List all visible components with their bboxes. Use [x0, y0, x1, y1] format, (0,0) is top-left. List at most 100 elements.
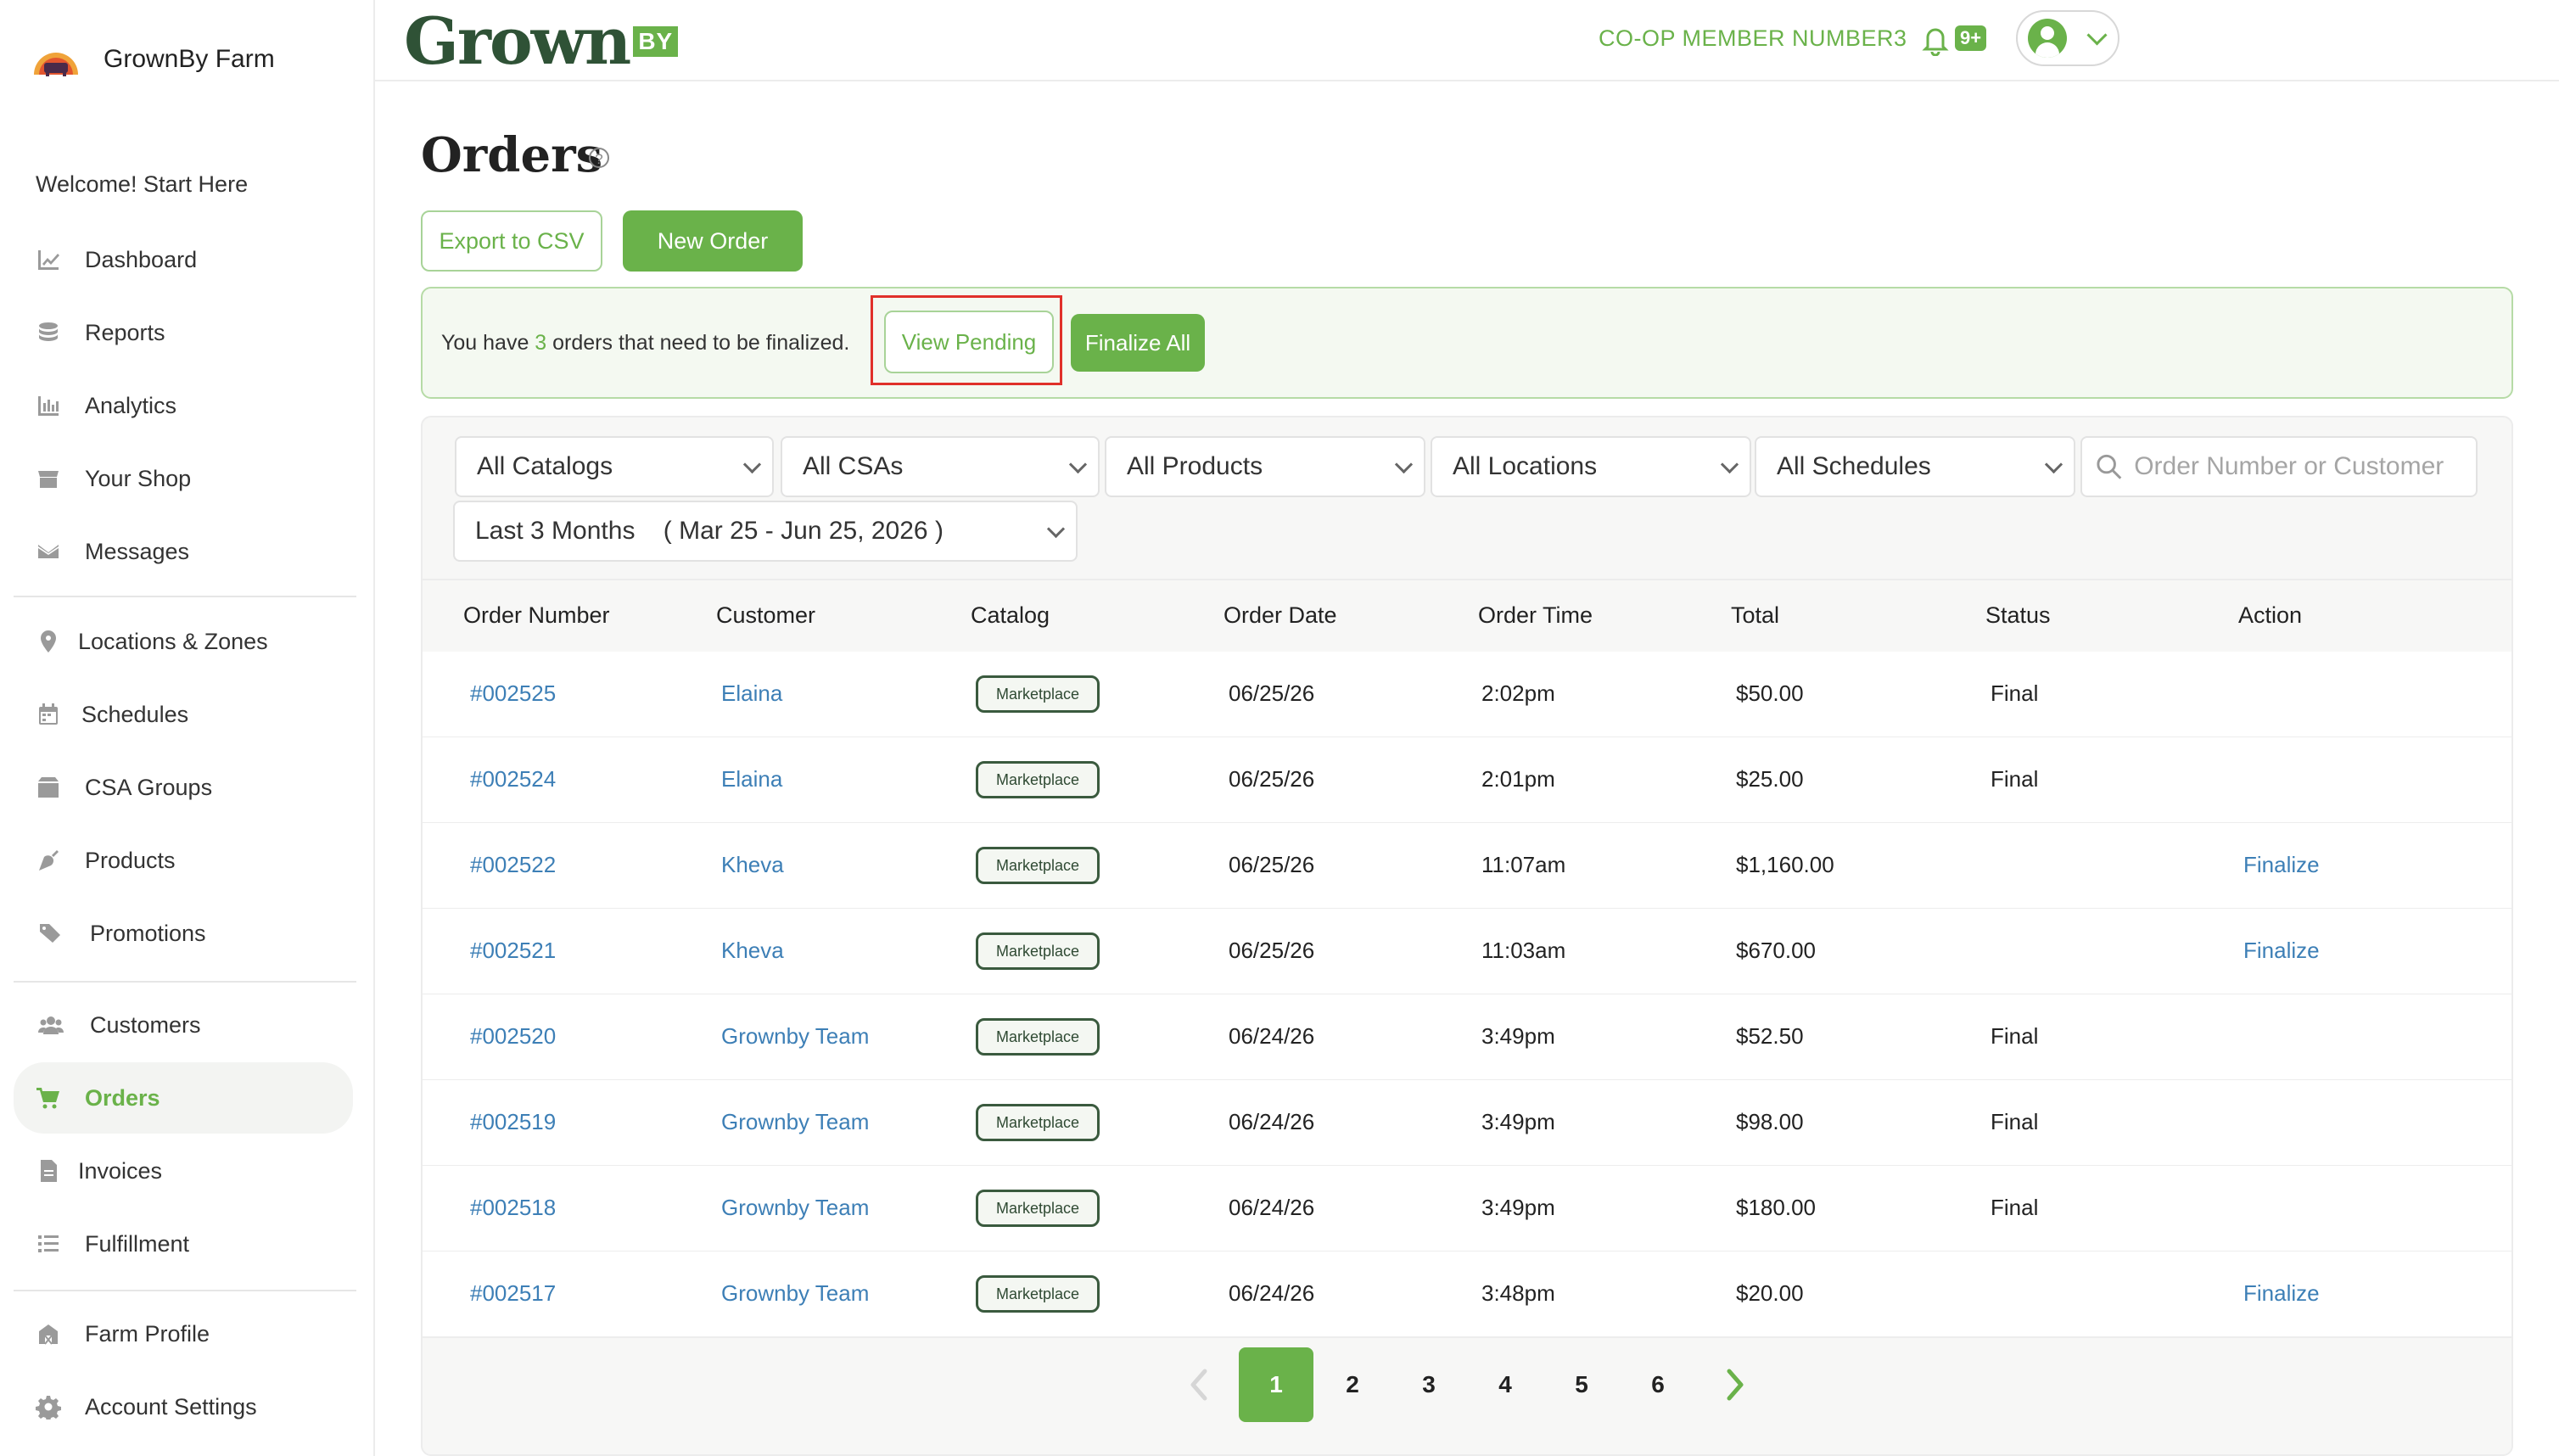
order-time: 2:02pm: [1481, 680, 1555, 706]
column-header[interactable]: Total: [1731, 602, 1779, 629]
sidebar-item-products[interactable]: Products: [14, 825, 353, 896]
customer-link[interactable]: Grownby Team: [721, 1023, 869, 1050]
sidebar-item-customers[interactable]: Customers: [14, 989, 353, 1061]
column-header[interactable]: Order Time: [1478, 602, 1593, 629]
next-page-icon[interactable]: [1722, 1366, 1748, 1403]
customer-link[interactable]: Grownby Team: [721, 1280, 869, 1307]
coins-icon: [34, 318, 63, 347]
sidebar-item-csa-groups[interactable]: CSA Groups: [14, 752, 353, 823]
column-header[interactable]: Order Number: [463, 602, 610, 629]
customer-link[interactable]: Grownby Team: [721, 1195, 869, 1221]
brand-word: Grown: [404, 3, 631, 79]
sidebar-item-analytics[interactable]: Analytics: [14, 370, 353, 441]
order-number-link[interactable]: #002524: [470, 766, 556, 792]
location-filter[interactable]: All Locations: [1431, 436, 1751, 497]
help-icon[interactable]: ?: [589, 148, 609, 168]
farm-brand[interactable]: GrownBy Farm: [31, 34, 275, 85]
order-number-link[interactable]: #002519: [470, 1109, 556, 1135]
account-menu-button[interactable]: [2016, 10, 2119, 66]
member-number-label[interactable]: CO-OP MEMBER NUMBER3: [1599, 25, 1907, 52]
page-button-3[interactable]: 3: [1391, 1347, 1466, 1422]
customer-link[interactable]: Kheva: [721, 852, 784, 878]
sidebar-divider: [14, 981, 356, 983]
chevron-down-icon: [2044, 455, 2063, 474]
sidebar-item-account-settings[interactable]: Account Settings: [14, 1371, 353, 1442]
sidebar-item-farm-profile[interactable]: Farm Profile: [14, 1298, 353, 1369]
invoice-icon: [34, 1156, 63, 1185]
table-row[interactable]: #002518 Grownby Team 06/24/26 3:49pm $180.00…: [423, 1166, 2511, 1252]
sidebar-item-locations-zones[interactable]: Locations & Zones: [14, 606, 353, 677]
list-icon: [34, 1229, 63, 1258]
finalize-all-button[interactable]: Finalize All: [1071, 314, 1205, 372]
csa-filter[interactable]: All CSAs: [781, 436, 1100, 497]
new-order-button[interactable]: New Order: [623, 210, 803, 272]
customer-link[interactable]: Grownby Team: [721, 1109, 869, 1135]
finalize-link[interactable]: Finalize: [2243, 852, 2320, 878]
table-row[interactable]: #002525 Elaina 06/25/26 2:02pm $50.00 Final Ma…: [423, 652, 2511, 738]
search-input[interactable]: [2132, 451, 2476, 482]
sidebar-item-promotions[interactable]: Promotions: [14, 898, 353, 969]
column-header[interactable]: Action: [2238, 602, 2302, 629]
highlight-box: [871, 295, 1062, 385]
table-row[interactable]: #002524 Elaina 06/25/26 2:01pm $25.00 Final Ma…: [423, 737, 2511, 824]
order-number-link[interactable]: #002518: [470, 1195, 556, 1221]
top-bar: Grown BY: [375, 0, 2559, 81]
customer-link[interactable]: Kheva: [721, 938, 784, 964]
sidebar-item-schedules[interactable]: Schedules: [14, 679, 353, 750]
sidebar-item-dashboard[interactable]: Dashboard: [14, 224, 353, 295]
order-total: $20.00: [1736, 1280, 1804, 1306]
notification-badge[interactable]: 9+: [1955, 25, 1987, 51]
pending-count: 3: [535, 331, 547, 355]
sidebar-item-label: Analytics: [85, 392, 177, 418]
sidebar-item-invoices[interactable]: Invoices: [14, 1135, 353, 1207]
product-filter[interactable]: All Products: [1105, 436, 1425, 497]
customer-link[interactable]: Elaina: [721, 680, 782, 707]
sidebar-divider: [14, 596, 356, 597]
date-range-filter[interactable]: Last 3 Months ( Mar 25 - Jun 25, 2026 ): [453, 501, 1078, 562]
previous-page-icon[interactable]: [1186, 1366, 1212, 1403]
order-total: $98.00: [1736, 1109, 1804, 1134]
table-row[interactable]: #002519 Grownby Team 06/24/26 3:49pm $98.00 F…: [423, 1080, 2511, 1167]
finalize-link[interactable]: Finalize: [2243, 1280, 2320, 1307]
order-number-link[interactable]: #002522: [470, 852, 556, 878]
order-number-link[interactable]: #002525: [470, 680, 556, 707]
column-header[interactable]: Customer: [716, 602, 815, 629]
schedule-filter[interactable]: All Schedules: [1755, 436, 2075, 497]
bell-icon[interactable]: [1921, 24, 1950, 57]
order-search[interactable]: [2080, 436, 2478, 497]
table-row[interactable]: #002522 Kheva 06/25/26 11:07am $1,160.00 Fina…: [423, 823, 2511, 910]
sidebar-item-reports[interactable]: Reports: [14, 297, 353, 368]
table-row[interactable]: #002521 Kheva 06/25/26 11:03am $670.00 Finali…: [423, 909, 2511, 995]
finalize-link[interactable]: Finalize: [2243, 938, 2320, 964]
sidebar-item-messages[interactable]: Messages: [14, 516, 353, 587]
avatar: [2028, 19, 2067, 58]
sidebar-item-label: Farm Profile: [85, 1320, 210, 1347]
page-button-1[interactable]: 1: [1239, 1347, 1313, 1422]
order-number-link[interactable]: #002520: [470, 1023, 556, 1050]
customer-link[interactable]: Elaina: [721, 766, 782, 792]
order-number-link[interactable]: #002517: [470, 1280, 556, 1307]
sidebar-item-your-shop[interactable]: Your Shop: [14, 443, 353, 514]
order-date: 06/24/26: [1229, 1280, 1315, 1306]
alert-message: You have 3 orders that need to be finali…: [441, 331, 849, 356]
order-number-link[interactable]: #002521: [470, 938, 556, 964]
catalog-filter[interactable]: All Catalogs: [455, 436, 774, 497]
grownby-logo[interactable]: Grown BY: [404, 3, 679, 79]
catalog-badge: Marketplace: [976, 847, 1100, 884]
tags-icon: [34, 919, 68, 948]
sidebar-item-orders[interactable]: Orders: [14, 1062, 353, 1134]
welcome-link[interactable]: Welcome! Start Here: [36, 171, 248, 198]
table-row[interactable]: #002520 Grownby Team 06/24/26 3:49pm $52.50 F…: [423, 994, 2511, 1081]
page-button-5[interactable]: 5: [1544, 1347, 1619, 1422]
sidebar-divider: [14, 1290, 356, 1291]
page-button-6[interactable]: 6: [1621, 1347, 1695, 1422]
sidebar-item-fulfillment[interactable]: Fulfillment: [14, 1208, 353, 1280]
page-button-4[interactable]: 4: [1468, 1347, 1543, 1422]
export-csv-button[interactable]: Export to CSV: [421, 210, 602, 272]
column-header[interactable]: Catalog: [971, 602, 1050, 629]
page-button-2[interactable]: 2: [1315, 1347, 1390, 1422]
column-header[interactable]: Status: [1985, 602, 2051, 629]
column-header[interactable]: Order Date: [1224, 602, 1337, 629]
table-row[interactable]: #002517 Grownby Team 06/24/26 3:48pm $20.00 F…: [423, 1252, 2511, 1338]
order-date: 06/25/26: [1229, 680, 1315, 706]
